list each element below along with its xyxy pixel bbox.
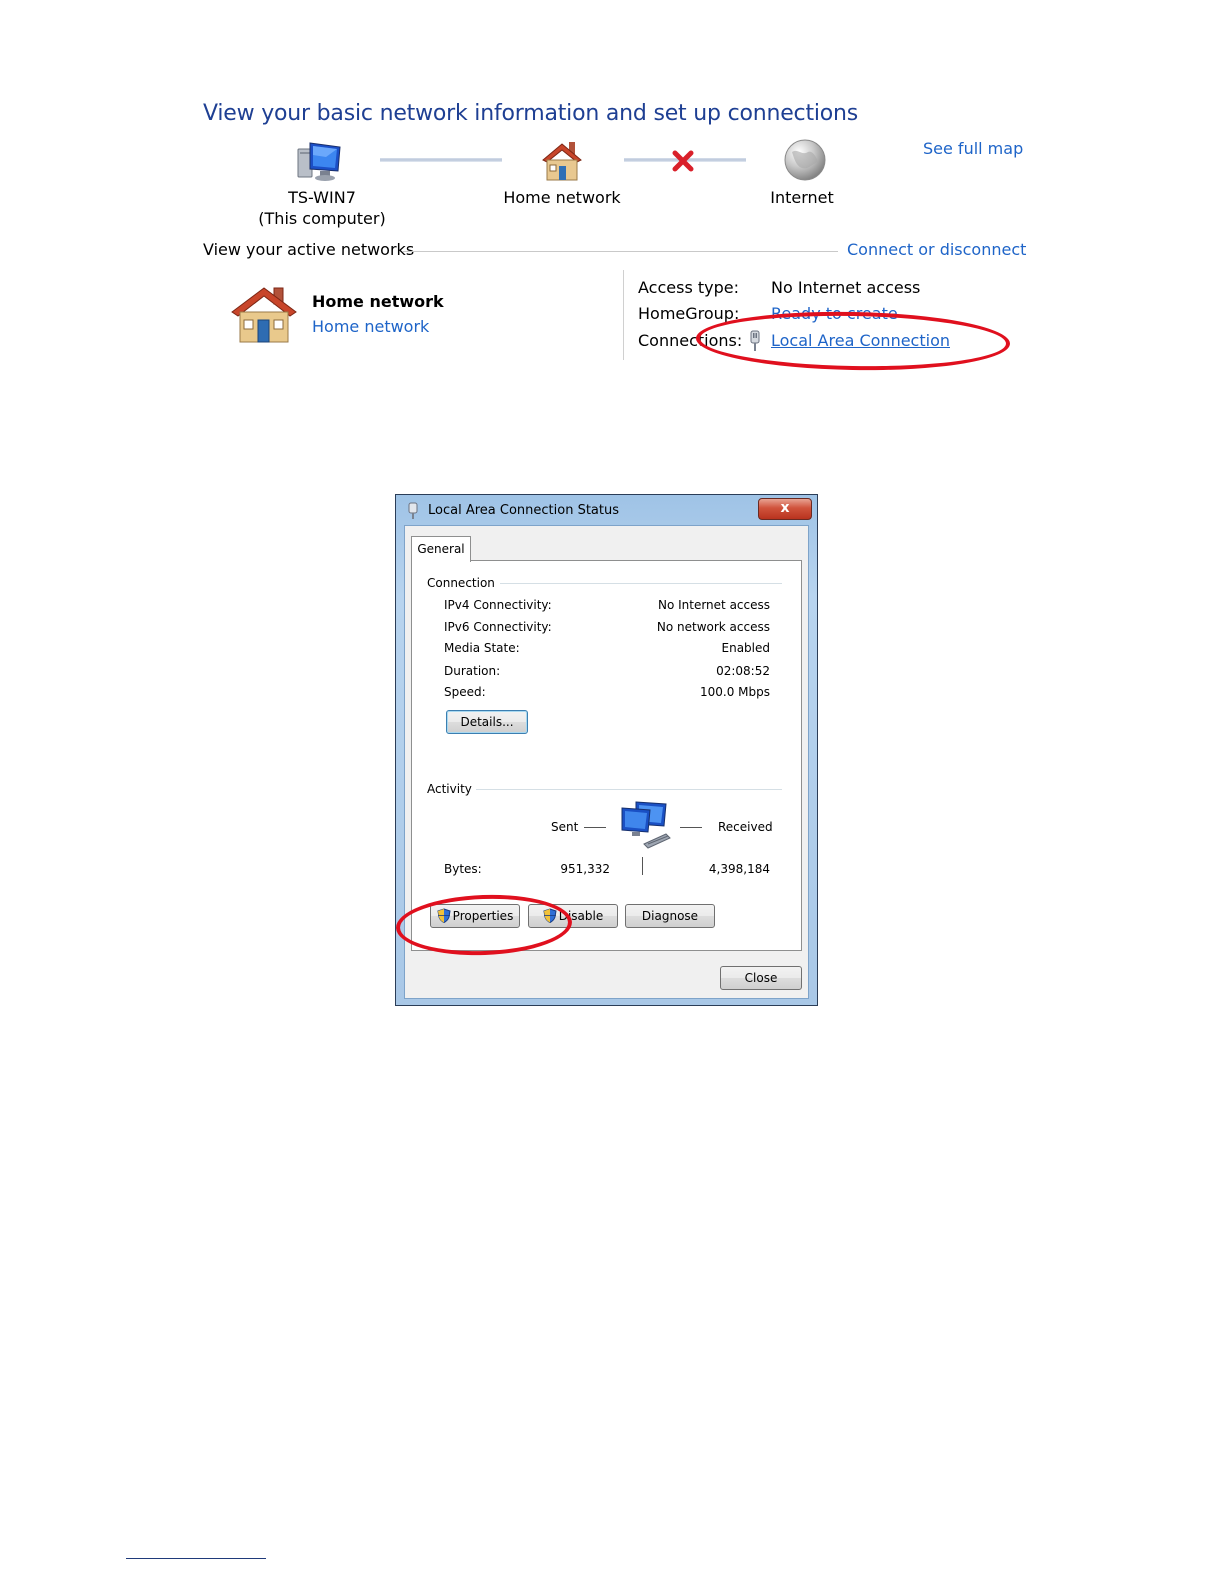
homegroup-label: HomeGroup: (638, 304, 740, 323)
network-activity-icon (618, 800, 676, 852)
see-full-map-link[interactable]: See full map (923, 139, 1023, 158)
globe-icon[interactable] (782, 138, 828, 184)
computer-icon (296, 139, 344, 183)
bytes-sent-value: 951,332 (560, 862, 610, 876)
ipv6-connectivity-value: No network access (656, 620, 770, 634)
duration-value: 02:08:52 (716, 664, 770, 678)
tab-general[interactable]: General (411, 536, 471, 562)
vertical-divider (623, 270, 624, 360)
media-state-label: Media State: (444, 641, 520, 655)
ipv4-connectivity-label: IPv4 Connectivity: (444, 598, 552, 612)
group-divider (500, 583, 782, 584)
computer-node-sublabel: (This computer) (258, 209, 386, 228)
network-sharing-center-panel: View your basic network information and … (0, 0, 1224, 400)
bytes-received-value: 4,398,184 (708, 862, 770, 876)
internet-node-label: Internet (770, 188, 834, 207)
section-divider (402, 251, 838, 252)
activity-divider (642, 857, 643, 875)
received-dash (680, 827, 702, 828)
page-title: View your basic network information and … (203, 101, 859, 126)
access-type-value: No Internet access (771, 278, 921, 297)
access-type-label: Access type: (638, 278, 739, 297)
close-icon[interactable]: x (758, 498, 812, 520)
dialog-title: Local Area Connection Status (428, 503, 619, 518)
network-type-link[interactable]: Home network (312, 317, 429, 336)
connection-group-label: Connection (427, 576, 495, 590)
computer-node-label: TS-WIN7 (288, 188, 356, 207)
ipv6-connectivity-label: IPv6 Connectivity: (444, 620, 552, 634)
details-button[interactable]: Details... (446, 710, 528, 734)
close-button[interactable]: Close (720, 966, 802, 990)
received-label: Received (718, 820, 773, 834)
group-divider (476, 789, 782, 790)
active-networks-heading: View your active networks (203, 240, 415, 259)
speed-value: 100.0 Mbps (699, 685, 770, 699)
bytes-label: Bytes: (444, 862, 482, 876)
ipv4-connectivity-value: No Internet access (657, 598, 770, 612)
house-icon (228, 282, 300, 346)
tab-page: Connection IPv4 Connectivity: No Interne… (411, 560, 802, 951)
speed-label: Speed: (444, 685, 486, 699)
footnote-rule (126, 1558, 266, 1559)
error-x-icon (672, 150, 694, 172)
connection-line (380, 158, 502, 162)
sent-label: Sent (551, 820, 579, 834)
sent-dash (584, 827, 606, 828)
dialog-titlebar[interactable]: Local Area Connection Status x (396, 495, 817, 525)
media-state-value: Enabled (721, 641, 771, 655)
active-network-name: Home network (312, 292, 444, 311)
activity-group-label: Activity (427, 782, 472, 796)
ethernet-plug-icon (407, 502, 419, 520)
home-network-node-label: Home network (503, 188, 621, 207)
connect-or-disconnect-link[interactable]: Connect or disconnect (847, 240, 1026, 259)
duration-label: Duration: (444, 664, 501, 678)
annotation-ellipse (695, 309, 1011, 373)
house-icon[interactable] (537, 138, 587, 184)
diagnose-button[interactable]: Diagnose (625, 904, 715, 928)
